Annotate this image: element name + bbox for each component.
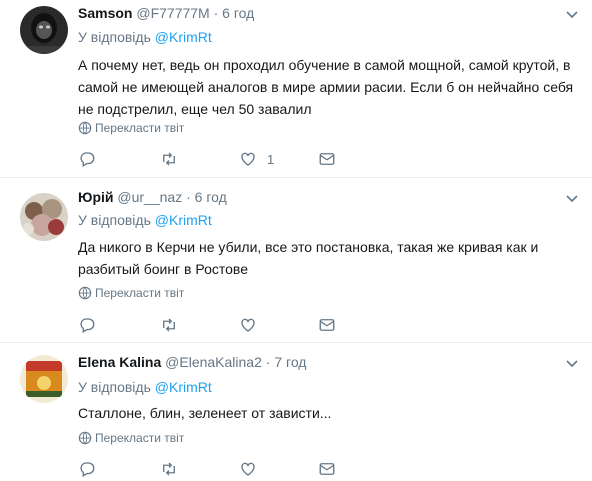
retweet-button[interactable]	[160, 315, 178, 335]
message-icon	[318, 460, 336, 478]
timestamp[interactable]: 7 год	[274, 354, 306, 370]
caret-down-icon[interactable]	[564, 6, 580, 22]
globe-icon	[78, 121, 92, 135]
mention-link[interactable]: @KrimRt	[155, 212, 212, 228]
reply-prefix: У відповідь	[78, 29, 151, 45]
tweet-actions: 1	[78, 149, 358, 169]
mention-link[interactable]: @KrimRt	[155, 379, 212, 395]
translate-label[interactable]: Перекласти твіт	[95, 286, 184, 300]
reply-prefix: У відповідь	[78, 212, 151, 228]
like-button[interactable]: 1	[239, 149, 274, 169]
reply-button[interactable]	[78, 149, 96, 169]
like-icon	[239, 316, 257, 334]
tweet[interactable]: Юрій @ur__naz · 6 год У відповідь @KrimR…	[0, 178, 592, 343]
globe-icon	[78, 286, 92, 300]
message-button[interactable]	[318, 315, 336, 335]
user-handle[interactable]: @ur__naz	[117, 189, 182, 205]
retweet-icon	[160, 460, 178, 478]
reply-button[interactable]	[78, 459, 96, 479]
tweet-actions	[78, 315, 358, 335]
user-handle[interactable]: @F77777M	[136, 5, 209, 21]
reply-context: У відповідь @KrimRt	[78, 379, 212, 395]
tweet-header: Юрій @ur__naz · 6 год	[78, 189, 227, 205]
tweet-actions	[78, 459, 358, 479]
tweet-header: Samson @F77777M · 6 год	[78, 5, 254, 21]
reply-icon	[78, 316, 96, 334]
like-button[interactable]	[239, 315, 267, 335]
avatar[interactable]	[20, 6, 68, 54]
caret-down-icon[interactable]	[564, 355, 580, 371]
reply-icon	[78, 150, 96, 168]
tweet-text: Сталлоне, блин, зеленеет от зависти...	[78, 405, 332, 421]
display-name[interactable]: Юрій	[78, 189, 114, 205]
message-button[interactable]	[318, 459, 336, 479]
message-icon	[318, 316, 336, 334]
retweet-button[interactable]	[160, 149, 178, 169]
translate-label[interactable]: Перекласти твіт	[95, 431, 184, 445]
like-icon	[239, 150, 257, 168]
mention-link[interactable]: @KrimRt	[155, 29, 212, 45]
separator-dot: ·	[265, 354, 271, 370]
message-button[interactable]	[318, 149, 336, 169]
tweet[interactable]: Samson @F77777M · 6 год У відповідь @Kri…	[0, 0, 592, 178]
like-count: 1	[267, 151, 275, 167]
like-button[interactable]	[239, 459, 267, 479]
retweet-icon	[160, 316, 178, 334]
retweet-button[interactable]	[160, 459, 178, 479]
translate-label[interactable]: Перекласти твіт	[95, 121, 184, 135]
avatar[interactable]	[20, 193, 68, 241]
user-handle[interactable]: @ElenaKalina2	[165, 354, 262, 370]
globe-icon	[78, 431, 92, 445]
display-name[interactable]: Samson	[78, 5, 132, 21]
separator-dot: ·	[213, 5, 219, 21]
tweet-text: Да никого в Керчи не убили, все это пост…	[78, 239, 539, 277]
timestamp[interactable]: 6 год	[222, 5, 254, 21]
avatar[interactable]	[20, 355, 68, 403]
tweet[interactable]: Elena Kalina @ElenaKalina2 · 7 год У від…	[0, 343, 592, 481]
retweet-icon	[160, 150, 178, 168]
display-name[interactable]: Elena Kalina	[78, 354, 161, 370]
translate-link[interactable]: Перекласти твіт	[78, 121, 184, 135]
reply-button[interactable]	[78, 315, 96, 335]
tweet-text: А почему нет, ведь он проходил обучение …	[78, 57, 574, 117]
reply-context: У відповідь @KrimRt	[78, 212, 212, 228]
caret-down-icon[interactable]	[564, 190, 580, 206]
timestamp[interactable]: 6 год	[195, 189, 227, 205]
translate-link[interactable]: Перекласти твіт	[78, 286, 184, 300]
reply-icon	[78, 460, 96, 478]
reply-context: У відповідь @KrimRt	[78, 29, 212, 45]
like-icon	[239, 460, 257, 478]
tweet-header: Elena Kalina @ElenaKalina2 · 7 год	[78, 354, 306, 370]
translate-link[interactable]: Перекласти твіт	[78, 431, 184, 445]
reply-prefix: У відповідь	[78, 379, 151, 395]
message-icon	[318, 150, 336, 168]
separator-dot: ·	[186, 189, 191, 205]
